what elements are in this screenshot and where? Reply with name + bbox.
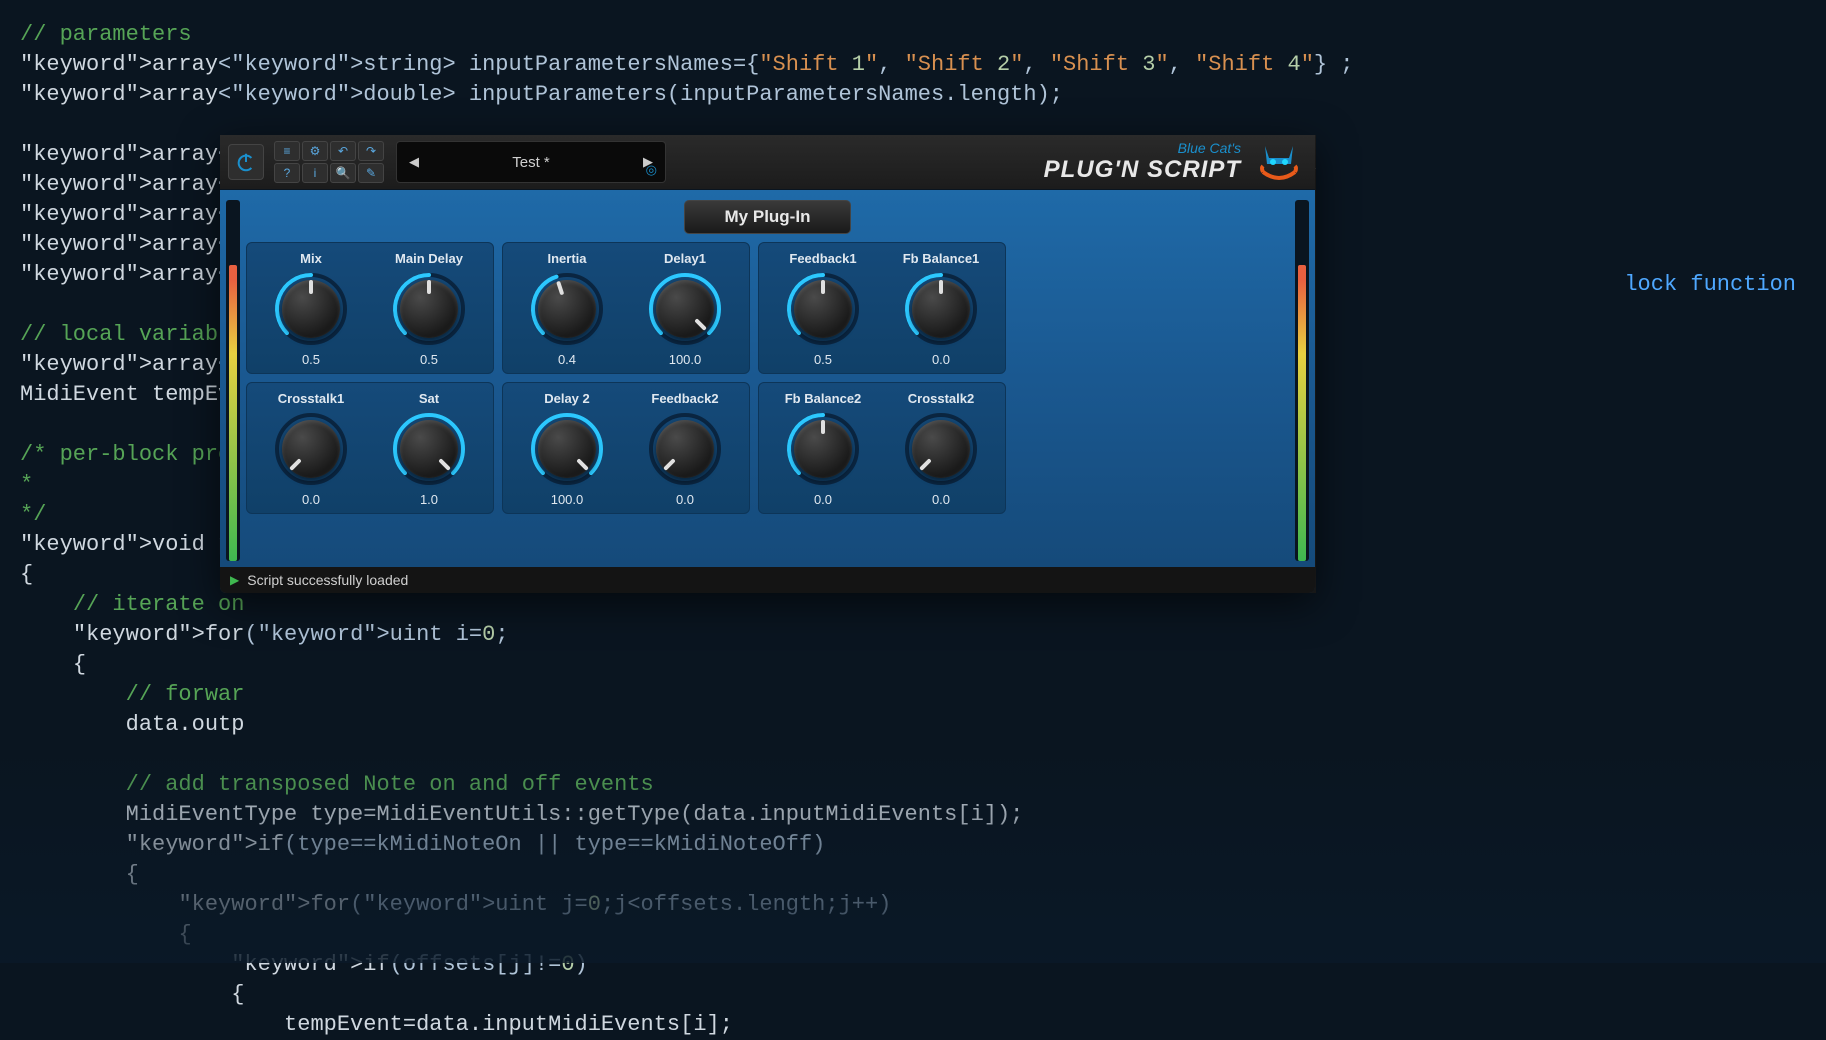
knob-dial[interactable] [646,270,724,348]
status-play-icon: ▶ [230,573,239,587]
background-thumbnails [0,743,1826,963]
toolbar-button-4[interactable]: ? [274,163,300,183]
preset-bar[interactable]: ◀ Test * ▶ ◎ [396,141,666,183]
knob-delay 2: Delay 2 100.0 [513,391,621,507]
toolbar-button-3[interactable]: ↷ [358,141,384,161]
knob-feedback1: Feedback1 0.5 [769,251,877,367]
knob-group: Mix 0.5 Main Delay 0.5 [246,242,494,374]
controls-area: My Plug-In Mix 0.5 Main Delay 0.5 Inerti… [246,200,1289,561]
knob-crosstalk2: Crosstalk2 0.0 [887,391,995,507]
knob-dial[interactable] [528,410,606,488]
status-bar: ▶ Script successfully loaded [220,567,1315,593]
knob-dial[interactable] [902,270,980,348]
knob-dial[interactable] [528,270,606,348]
knob-crosstalk1: Crosstalk1 0.0 [257,391,365,507]
knob-mix: Mix 0.5 [257,251,365,367]
input-level-meter [226,200,240,561]
knob-main delay: Main Delay 0.5 [375,251,483,367]
status-text: Script successfully loaded [247,572,408,588]
cat-logo-icon [1251,138,1307,186]
plugin-window: ≡⚙↶↷?i🔍✎ ◀ Test * ▶ ◎ Blue Cat's PLUG'N … [220,135,1315,593]
plugin-header: ≡⚙↶↷?i🔍✎ ◀ Test * ▶ ◎ Blue Cat's PLUG'N … [220,135,1315,190]
knob-group: Crosstalk1 0.0 Sat 1.0 [246,382,494,514]
toolbar-button-1[interactable]: ⚙ [302,141,328,161]
knob-dial[interactable] [902,410,980,488]
toolbar-button-2[interactable]: ↶ [330,141,356,161]
knob-dial[interactable] [390,270,468,348]
output-level-meter [1295,200,1309,561]
toolbar-button-0[interactable]: ≡ [274,141,300,161]
power-button[interactable] [228,144,264,180]
knob-dial[interactable] [784,270,862,348]
knob-dial[interactable] [272,410,350,488]
knob-dial[interactable] [646,410,724,488]
toolbar-button-6[interactable]: 🔍 [330,163,356,183]
knob-group: Delay 2 100.0 Feedback2 0.0 [502,382,750,514]
preset-target-icon[interactable]: ◎ [646,162,657,178]
toolbar-grid: ≡⚙↶↷?i🔍✎ [274,141,384,183]
knob-row: Crosstalk1 0.0 Sat 1.0 Delay 2 [246,382,1289,514]
knob-inertia: Inertia 0.4 [513,251,621,367]
knob-fb balance1: Fb Balance1 0.0 [887,251,995,367]
knob-fb balance2: Fb Balance2 0.0 [769,391,877,507]
brand-label: Blue Cat's PLUG'N SCRIPT [1044,140,1241,184]
knob-feedback2: Feedback2 0.0 [631,391,739,507]
knob-row: Mix 0.5 Main Delay 0.5 Inertia [246,242,1289,374]
knob-group: Feedback1 0.5 Fb Balance1 0.0 [758,242,1006,374]
plugin-body: My Plug-In Mix 0.5 Main Delay 0.5 Inerti… [220,190,1315,567]
knob-dial[interactable] [390,410,468,488]
knob-sat: Sat 1.0 [375,391,483,507]
knob-dial[interactable] [784,410,862,488]
knob-group: Fb Balance2 0.0 Crosstalk2 0.0 [758,382,1006,514]
plugin-title[interactable]: My Plug-In [684,200,852,234]
knob-group: Inertia 0.4 Delay1 100.0 [502,242,750,374]
preset-prev-icon[interactable]: ◀ [405,154,423,170]
toolbar-button-5[interactable]: i [302,163,328,183]
knob-delay1: Delay1 100.0 [631,251,739,367]
toolbar-button-7[interactable]: ✎ [358,163,384,183]
knob-dial[interactable] [272,270,350,348]
preset-name: Test * [423,154,639,171]
